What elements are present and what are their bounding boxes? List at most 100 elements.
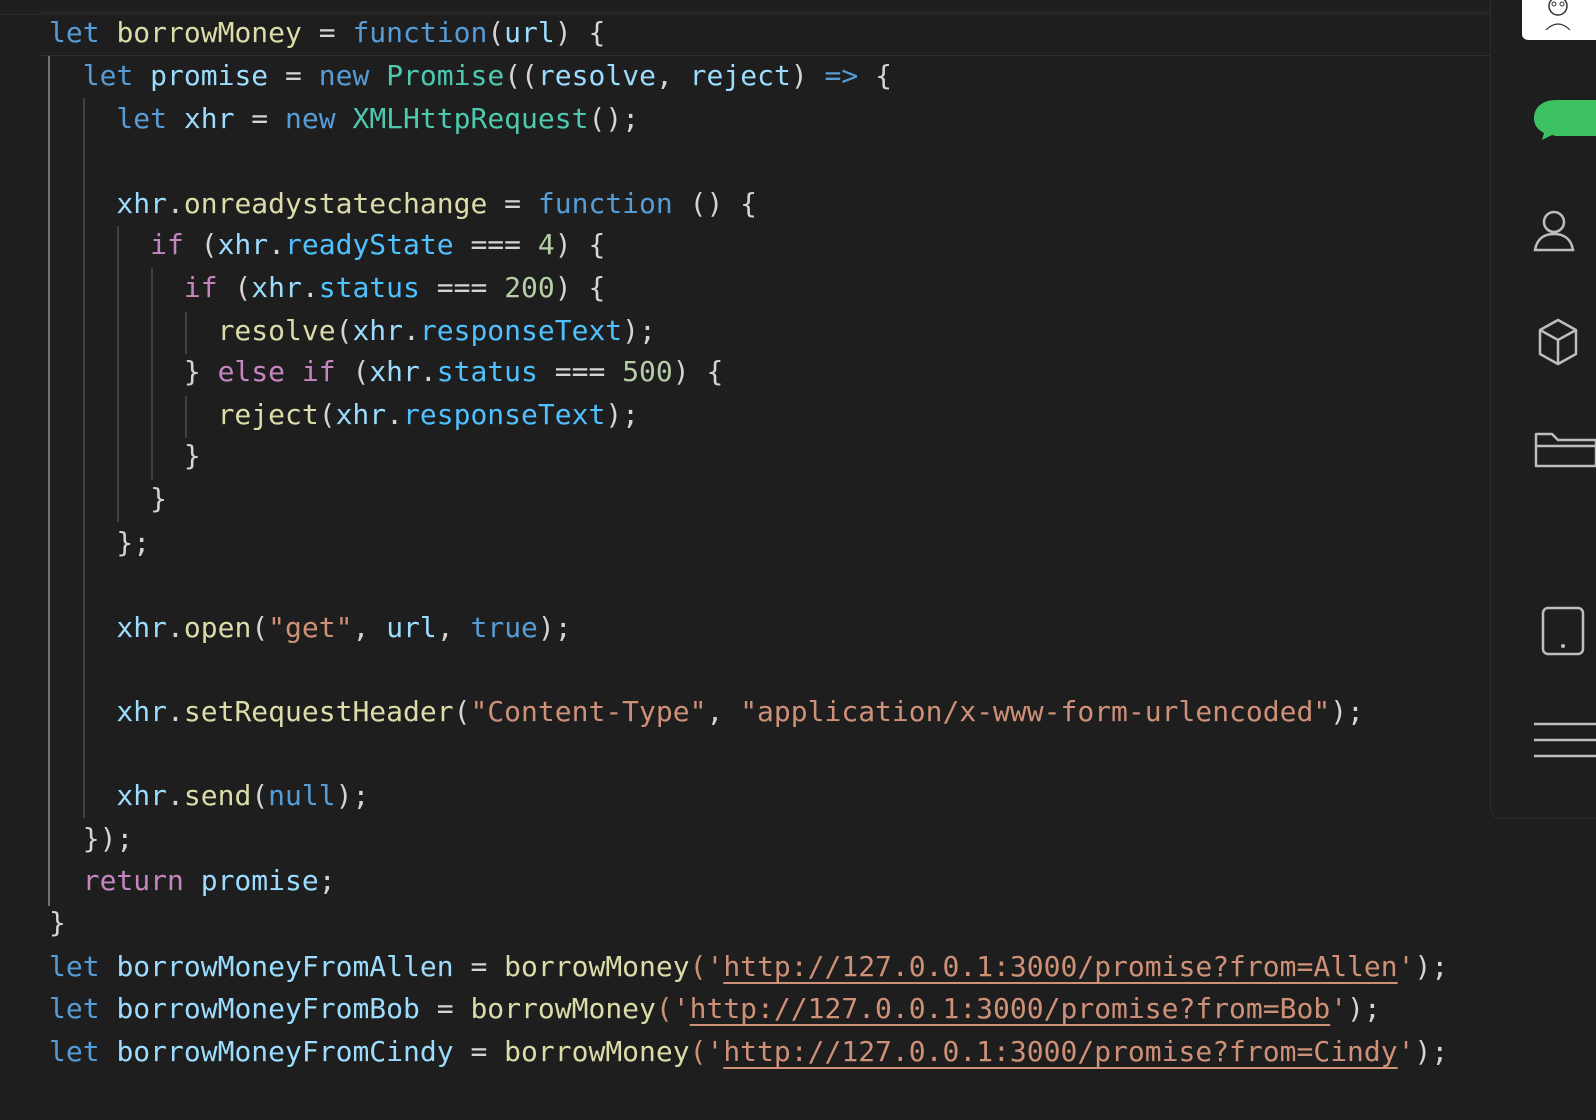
code-token: let	[49, 992, 100, 1025]
code-line[interactable]: if (xhr.status === 200) {	[49, 267, 605, 309]
code-line[interactable]: } else if (xhr.status === 500) {	[49, 351, 724, 393]
code-token: onreadystatechange	[183, 187, 488, 220]
code-line[interactable]: };	[49, 522, 150, 564]
code-token: ,	[436, 611, 471, 644]
code-token[interactable]: http://127.0.0.1:3000/promise?from=Cindy	[723, 1035, 1397, 1068]
code-token: let	[49, 950, 100, 983]
code-token: =	[487, 187, 538, 220]
code-line[interactable]: }	[49, 478, 167, 520]
code-token: resolve	[537, 59, 656, 92]
folder-icon[interactable]	[1532, 430, 1596, 475]
code-token: .	[167, 779, 184, 812]
code-token: );	[1347, 992, 1381, 1025]
code-line[interactable]: reject(xhr.responseText);	[49, 394, 639, 436]
code-token: .	[386, 398, 404, 431]
code-token: resolve	[49, 314, 336, 347]
code-token: url	[386, 611, 437, 644]
code-line[interactable]: xhr.send(null);	[49, 775, 369, 817]
code-line[interactable]: });	[49, 818, 134, 860]
code-token[interactable]: http://127.0.0.1:3000/promise?from=Bob	[690, 992, 1331, 1025]
code-token: );	[1330, 695, 1364, 728]
code-line[interactable]: let promise = new Promise((resolve, reje…	[49, 55, 892, 97]
code-token: xhr	[183, 102, 235, 135]
code-line[interactable]: return promise;	[49, 860, 336, 902]
code-token: ,	[655, 59, 690, 92]
code-token: reject	[689, 59, 791, 92]
code-token: 500	[622, 355, 673, 388]
code-token: borrowMoneyFromAllen	[116, 950, 454, 983]
box-icon[interactable]	[1532, 318, 1596, 371]
code-token: }	[49, 906, 66, 939]
code-token: function	[352, 16, 488, 49]
code-token: }	[49, 439, 201, 472]
code-line[interactable]: if (xhr.readyState === 4) {	[49, 224, 605, 266]
code-token: =	[453, 950, 505, 983]
code-token: )	[790, 59, 825, 92]
code-line[interactable]: xhr.setRequestHeader("Content-Type", "ap…	[49, 691, 1364, 733]
phone-icon[interactable]	[1540, 606, 1596, 661]
contacts-icon[interactable]	[1532, 208, 1596, 259]
avatar[interactable]	[1522, 0, 1596, 40]
code-token: ===	[537, 355, 623, 388]
code-token: .	[167, 695, 184, 728]
code-token: setRequestHeader	[183, 695, 454, 728]
code-token: (	[183, 228, 218, 261]
code-token: .	[167, 611, 184, 644]
chat-icon[interactable]	[1532, 98, 1596, 147]
code-token: {	[858, 59, 892, 92]
code-token: open	[183, 611, 252, 644]
code-line[interactable]: let borrowMoneyFromCindy = borrowMoney('…	[49, 1031, 1448, 1073]
code-token: responseText	[419, 314, 623, 347]
code-line[interactable]: let borrowMoneyFromBob = borrowMoney('ht…	[49, 988, 1381, 1030]
code-token: status	[318, 271, 420, 304]
code-token: ('	[689, 950, 724, 983]
code-line[interactable]: let xhr = new XMLHttpRequest();	[49, 98, 639, 140]
code-token: (	[335, 355, 370, 388]
code-token: });	[49, 822, 134, 855]
code-token: else	[217, 355, 286, 388]
code-token: Promise	[386, 59, 505, 92]
code-token[interactable]: http://127.0.0.1:3000/promise?from=Allen	[723, 950, 1397, 983]
menu-icon[interactable]	[1532, 720, 1596, 765]
code-token: =>	[824, 59, 859, 92]
code-line[interactable]: xhr.open("get", url, true);	[49, 607, 571, 649]
code-token: .	[301, 271, 319, 304]
code-token: ;	[318, 864, 336, 897]
code-token: borrowMoney	[470, 992, 656, 1025]
code-token: borrowMoneyFromCindy	[116, 1035, 454, 1068]
code-token: (	[318, 398, 336, 431]
code-token: );	[1414, 950, 1449, 983]
code-token: borrowMoney	[116, 16, 302, 49]
code-token: xhr	[369, 355, 420, 388]
code-token: "Content-Type"	[470, 695, 707, 728]
code-token: () {	[672, 187, 758, 220]
code-token: if	[301, 355, 336, 388]
code-token: (	[251, 611, 269, 644]
code-line[interactable]: }	[49, 435, 201, 477]
code-token: "application/x-www-form-urlencoded"	[740, 695, 1331, 728]
code-token: new	[318, 59, 370, 92]
code-token: =	[301, 16, 353, 49]
code-token: xhr	[49, 187, 168, 220]
code-token: '	[1330, 992, 1348, 1025]
code-editor[interactable]: let borrowMoney = function(url) { let pr…	[0, 0, 1515, 1120]
code-token: new	[285, 102, 336, 135]
code-line[interactable]: let borrowMoneyFromAllen = borrowMoney('…	[49, 946, 1448, 988]
code-token: .	[403, 314, 420, 347]
code-token: XMLHttpRequest	[352, 102, 589, 135]
code-token: readyState	[285, 228, 454, 261]
code-line[interactable]: let borrowMoney = function(url) {	[49, 12, 605, 54]
code-token: borrowMoneyFromBob	[116, 992, 420, 1025]
code-token: ) {	[554, 271, 606, 304]
code-token: null	[268, 779, 336, 812]
code-token: xhr	[49, 695, 168, 728]
code-line[interactable]: xhr.onreadystatechange = function () {	[49, 183, 757, 225]
code-token: promise	[200, 864, 319, 897]
code-line[interactable]: resolve(xhr.responseText);	[49, 310, 656, 352]
code-line[interactable]: }	[49, 902, 66, 944]
app-window: let borrowMoney = function(url) { let pr…	[0, 0, 1596, 1120]
